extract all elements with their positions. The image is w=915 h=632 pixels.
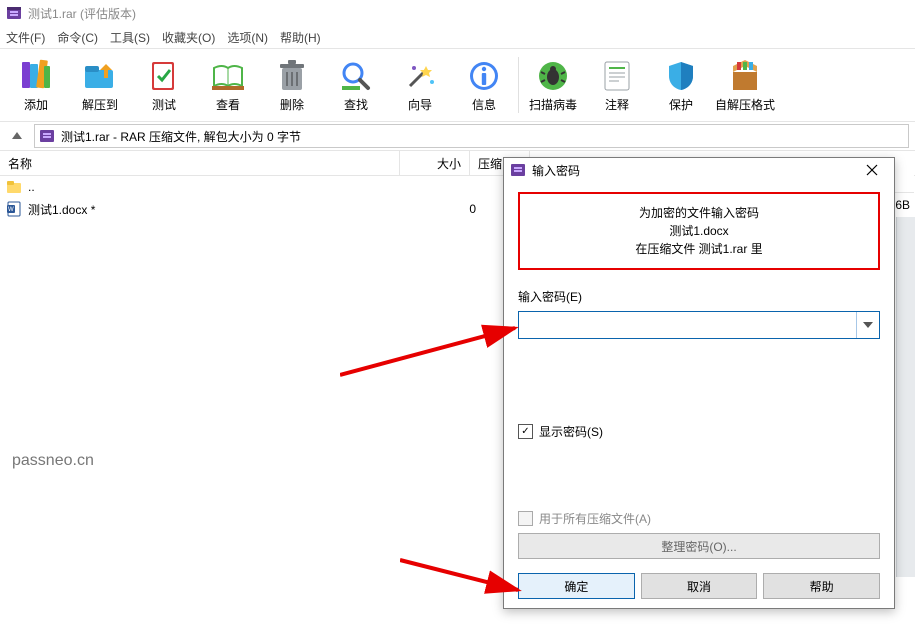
- manage-passwords-button[interactable]: 整理密码(O)...: [518, 533, 880, 559]
- show-password-row[interactable]: 显示密码(S): [518, 423, 880, 440]
- tool-extract[interactable]: 解压到: [68, 51, 132, 119]
- enter-password-label: 输入密码(E): [518, 288, 880, 305]
- close-button[interactable]: [856, 158, 888, 182]
- cell-up-name: ..: [28, 180, 406, 194]
- toolbar: 添加 解压到 测试 查看: [0, 48, 915, 122]
- password-dropdown-toggle[interactable]: [856, 312, 879, 338]
- watermark: passneo.cn: [12, 452, 94, 470]
- ok-button[interactable]: 确定: [518, 573, 635, 599]
- menu-fav[interactable]: 收藏夹(O): [162, 29, 215, 46]
- docx-icon: W: [6, 201, 22, 217]
- menu-file[interactable]: 文件(F): [6, 29, 45, 46]
- menu-tools[interactable]: 工具(S): [110, 29, 150, 46]
- trash-icon: [274, 58, 310, 94]
- archive-icon: [39, 128, 55, 144]
- col-name[interactable]: 名称: [0, 151, 400, 175]
- package-icon: [727, 58, 763, 94]
- msg-line3: 在压缩文件 测试1.rar 里: [524, 240, 874, 258]
- dialog-body: 为加密的文件输入密码 测试1.docx 在压缩文件 测试1.rar 里 输入密码…: [504, 182, 894, 565]
- show-password-label: 显示密码(S): [539, 423, 603, 440]
- tool-test-label: 测试: [152, 96, 176, 113]
- magnifier-icon: [338, 58, 374, 94]
- menu-command[interactable]: 命令(C): [57, 29, 98, 46]
- tool-protect[interactable]: 保护: [649, 51, 713, 119]
- winrar-small-icon: [510, 162, 526, 178]
- tool-scan[interactable]: 扫描病毒: [521, 51, 585, 119]
- tool-wizard[interactable]: 向导: [388, 51, 452, 119]
- note-icon: [599, 58, 635, 94]
- path-field[interactable]: 测试1.rar - RAR 压缩文件, 解包大小为 0 字节: [34, 124, 909, 148]
- col-size[interactable]: 大小: [400, 151, 470, 175]
- window-title: 测试1.rar (评估版本): [28, 5, 136, 22]
- folder-arrow-icon: [82, 58, 118, 94]
- up-button[interactable]: [6, 125, 28, 147]
- tool-wizard-label: 向导: [408, 96, 432, 113]
- tool-scan-label: 扫描病毒: [529, 96, 577, 113]
- open-book-icon: [210, 58, 246, 94]
- show-password-checkbox[interactable]: [518, 424, 533, 439]
- folder-up-icon: [6, 179, 22, 195]
- tool-info[interactable]: 信息: [452, 51, 516, 119]
- password-input[interactable]: [519, 312, 856, 338]
- use-all-row: 用于所有压缩文件(A): [518, 510, 880, 527]
- dialog-message-box: 为加密的文件输入密码 测试1.docx 在压缩文件 测试1.rar 里: [518, 192, 880, 270]
- menu-options[interactable]: 选项(N): [227, 29, 268, 46]
- scrollbar-track[interactable]: [896, 217, 915, 577]
- msg-line1: 为加密的文件输入密码: [524, 204, 874, 222]
- tool-extract-label: 解压到: [82, 96, 118, 113]
- password-dialog: 输入密码 为加密的文件输入密码 测试1.docx 在压缩文件 测试1.rar 里…: [503, 157, 895, 609]
- tool-info-label: 信息: [472, 96, 496, 113]
- help-button[interactable]: 帮助: [763, 573, 880, 599]
- dialog-title: 输入密码: [532, 162, 856, 179]
- info-icon: [466, 58, 502, 94]
- msg-line2: 测试1.docx: [524, 222, 874, 240]
- tool-delete-label: 删除: [280, 96, 304, 113]
- cancel-button[interactable]: 取消: [641, 573, 758, 599]
- magic-wand-icon: [402, 58, 438, 94]
- bug-shield-icon: [535, 58, 571, 94]
- tool-comment-label: 注释: [605, 96, 629, 113]
- use-all-label: 用于所有压缩文件(A): [539, 510, 651, 527]
- tool-sfx[interactable]: 自解压格式: [713, 51, 777, 119]
- menu-help[interactable]: 帮助(H): [280, 29, 321, 46]
- dialog-titlebar: 输入密码: [504, 158, 894, 182]
- svg-text:W: W: [8, 207, 14, 213]
- tool-comment[interactable]: 注释: [585, 51, 649, 119]
- shield-icon: [663, 58, 699, 94]
- tool-protect-label: 保护: [669, 96, 693, 113]
- tool-view-label: 查看: [216, 96, 240, 113]
- toolbar-sep: [518, 57, 519, 113]
- annotation-arrow-1: [340, 320, 530, 380]
- tool-find[interactable]: 查找: [324, 51, 388, 119]
- book-check-icon: [146, 58, 182, 94]
- path-text: 测试1.rar - RAR 压缩文件, 解包大小为 0 字节: [61, 128, 301, 145]
- tool-add[interactable]: 添加: [4, 51, 68, 119]
- tool-find-label: 查找: [344, 96, 368, 113]
- books-stack-icon: [18, 58, 54, 94]
- use-all-checkbox: [518, 511, 533, 526]
- titlebar: 测试1.rar (评估版本): [0, 0, 915, 26]
- tool-sfx-label: 自解压格式: [715, 96, 775, 113]
- menubar: 文件(F) 命令(C) 工具(S) 收藏夹(O) 选项(N) 帮助(H): [0, 26, 915, 48]
- cell-file1-size: 0: [412, 202, 476, 216]
- winrar-app-icon: [6, 5, 22, 21]
- tool-add-label: 添加: [24, 96, 48, 113]
- tool-delete[interactable]: 删除: [260, 51, 324, 119]
- password-combobox[interactable]: [518, 311, 880, 339]
- tool-view[interactable]: 查看: [196, 51, 260, 119]
- cell-file1-name: 测试1.docx *: [28, 201, 406, 218]
- dialog-buttons: 确定 取消 帮助: [504, 565, 894, 613]
- tool-test[interactable]: 测试: [132, 51, 196, 119]
- address-bar: 测试1.rar - RAR 压缩文件, 解包大小为 0 字节: [0, 122, 915, 151]
